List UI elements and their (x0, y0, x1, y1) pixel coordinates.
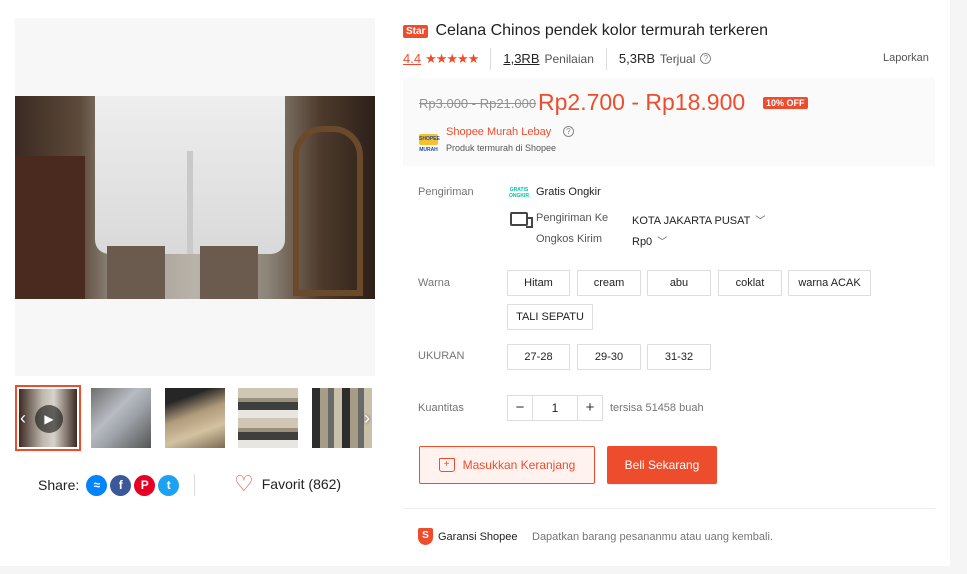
stock-text: tersisa 51458 buah (610, 402, 704, 414)
rating-stars-icon: ★★★★★ (425, 50, 479, 66)
pinterest-icon[interactable]: P (134, 474, 156, 496)
product-stats: 4.4 ★★★★★ 1,3RB Penilaian 5,3RB Terjual … (403, 47, 712, 70)
share-label: Share: (38, 477, 80, 493)
free-shipping-icon: GRATIS ONGKIR (509, 187, 529, 199)
cart-icon: + (438, 458, 455, 472)
shipping-cost-label: Ongkos Kirim (536, 233, 603, 245)
star-badge: Star (403, 24, 429, 38)
product-title: Celana Chinos pendek kolor termurah terk… (435, 22, 769, 39)
free-shipping-label: Gratis Ongkir (536, 186, 601, 198)
thumbnail-strip: ▶ ‹ › (15, 385, 375, 451)
divider (194, 474, 195, 496)
buy-now-button[interactable]: Beli Sekarang (607, 446, 717, 484)
shipping-label: Pengiriman (418, 186, 474, 198)
variant-size-option[interactable]: 31-32 (647, 344, 711, 370)
add-to-cart-button[interactable]: + Masukkan Keranjang (419, 446, 595, 484)
product-photo (15, 96, 375, 299)
chevron-right-icon[interactable]: › (359, 407, 375, 429)
color-label: Warna (418, 277, 450, 289)
twitter-icon[interactable]: t (158, 474, 180, 496)
thumbnail-3[interactable] (162, 385, 228, 451)
quantity-label: Kuantitas (418, 402, 464, 414)
add-to-cart-label: Masukkan Keranjang (462, 458, 576, 472)
truck-icon (510, 212, 533, 228)
ship-to-selector[interactable]: KOTA JAKARTA PUSAT ﹀ (632, 212, 765, 227)
chevron-left-icon[interactable]: ‹ (15, 407, 31, 429)
variant-size-option[interactable]: 29-30 (577, 344, 641, 370)
shop-subtitle: Produk termurah di Shopee (446, 143, 557, 153)
thumbnail-2[interactable] (88, 385, 154, 451)
chevron-down-icon: ﹀ (755, 216, 766, 227)
discount-badge: 10% OFF (763, 97, 808, 109)
help-icon[interactable]: ? (563, 126, 574, 137)
share-row: Share: ≈ f P t (38, 473, 180, 497)
shop-logo-icon: SHOPEE MURAH (419, 134, 440, 153)
shop-name-link[interactable]: Shopee Murah Lebay (446, 126, 551, 138)
quantity-stepper: − 1 + (507, 395, 603, 421)
facebook-icon[interactable]: f (110, 474, 132, 496)
current-price: Rp2.700 - Rp18.900 (538, 89, 746, 115)
variant-color-option[interactable]: cream (577, 270, 641, 296)
sold-count: 5,3RB (618, 51, 656, 66)
guarantee-label: Garansi Shopee (438, 531, 518, 543)
variant-color-option[interactable]: warna ACAK (788, 270, 871, 296)
variant-color-option[interactable]: Hitam (507, 270, 570, 296)
quantity-input[interactable]: 1 (532, 396, 578, 420)
messenger-icon[interactable]: ≈ (86, 474, 108, 496)
decrement-button[interactable]: − (508, 396, 532, 420)
title-row: Star Celana Chinos pendek kolor termurah… (403, 22, 768, 40)
variant-color-option[interactable]: abu (647, 270, 711, 296)
guarantee-description: Dapatkan barang pesananmu atau uang kemb… (532, 531, 773, 543)
size-label: UKURAN (418, 350, 465, 362)
sold-label: Terjual (660, 51, 696, 66)
help-icon[interactable]: ? (700, 53, 712, 64)
original-price: Rp3.000 - Rp21.000 (419, 96, 537, 111)
favorite-label: Favorit (862) (261, 476, 342, 492)
shipping-cost-selector[interactable]: Rp0 ﹀ (632, 233, 667, 248)
variant-size-option[interactable]: 27-28 (507, 344, 570, 370)
product-card: ▶ ‹ › Share: ≈ f P t ♡ Favorit (862) Sta… (0, 0, 950, 566)
play-icon: ▶ (35, 405, 63, 433)
ship-to-label: Pengiriman Ke (536, 212, 609, 224)
rating-value[interactable]: 4.4 (403, 51, 421, 66)
price-section: Rp3.000 - Rp21.000 Rp2.700 - Rp18.900 10… (403, 78, 935, 166)
rating-count[interactable]: 1,3RB (503, 51, 539, 66)
chevron-down-icon: ﹀ (657, 237, 668, 248)
shield-icon: S (418, 528, 433, 545)
main-product-image[interactable] (15, 18, 375, 376)
increment-button[interactable]: + (578, 396, 602, 420)
report-link[interactable]: Laporkan (883, 52, 929, 64)
rating-label: Penilaian (544, 51, 594, 66)
thumbnail-4[interactable] (235, 385, 301, 451)
divider (403, 508, 935, 509)
favorite-button[interactable]: ♡ Favorit (862) (234, 471, 342, 496)
heart-icon: ♡ (234, 471, 254, 496)
variant-color-option[interactable]: TALI SEPATU (507, 304, 593, 330)
variant-color-option[interactable]: coklat (718, 270, 782, 296)
